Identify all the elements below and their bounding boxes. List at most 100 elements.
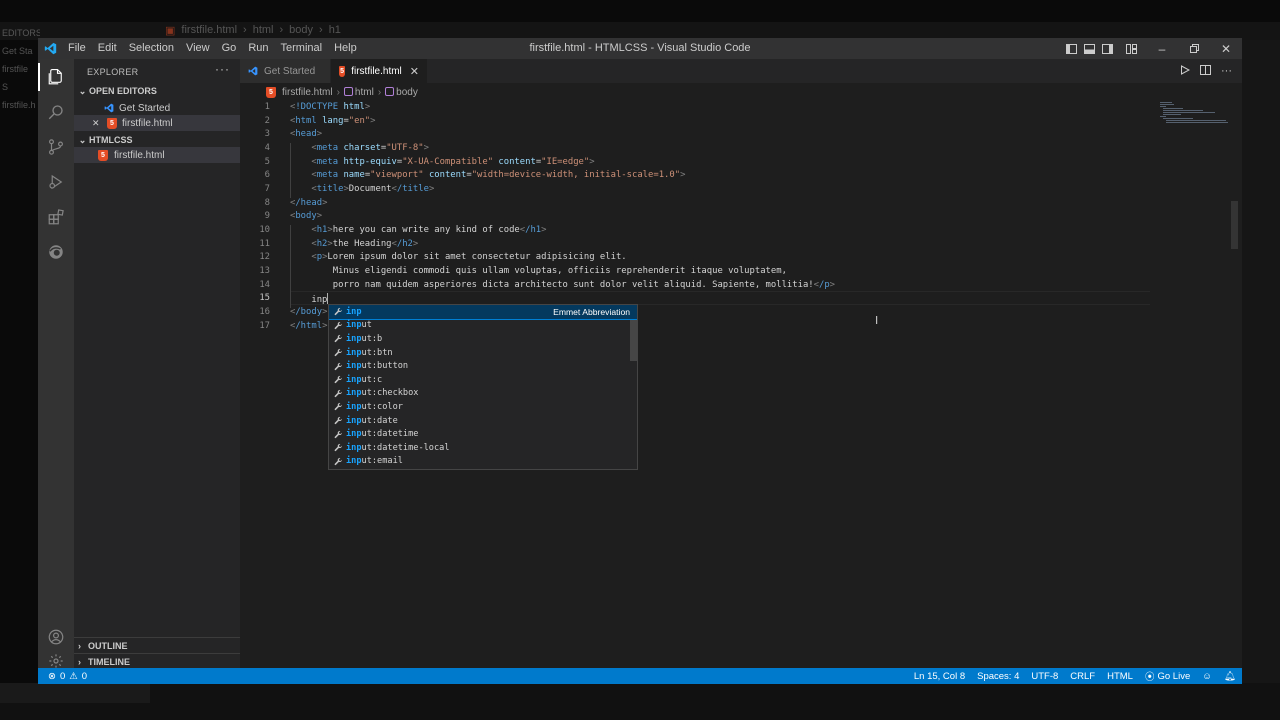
more-actions-icon[interactable]: ··· bbox=[1221, 65, 1232, 77]
account-icon[interactable] bbox=[38, 619, 74, 655]
open-editors-section-header[interactable]: ⌄ OPEN EDITORS bbox=[74, 83, 240, 99]
suggestion-item[interactable]: input:datetime bbox=[329, 427, 637, 441]
run-icon[interactable] bbox=[1180, 64, 1191, 78]
menu-view[interactable]: View bbox=[180, 38, 216, 59]
code-line: porro nam quidem asperiores dicta archit… bbox=[290, 280, 836, 290]
menu-help[interactable]: Help bbox=[328, 38, 363, 59]
code-line: </head> bbox=[290, 198, 328, 208]
wrench-icon bbox=[331, 430, 345, 439]
code-line: <meta http-equiv="X-UA-Compatible" conte… bbox=[311, 157, 595, 167]
edge-icon[interactable] bbox=[38, 234, 74, 270]
suggestion-item[interactable]: input:btn bbox=[329, 346, 637, 360]
open-editor-firstfile[interactable]: ✕ 5 firstfile.html bbox=[74, 115, 240, 131]
notifications-bell-icon[interactable]: 🔔︎ bbox=[1218, 671, 1242, 682]
suggestion-item[interactable]: input:email bbox=[329, 455, 637, 469]
open-editor-label: firstfile.html bbox=[122, 117, 173, 129]
settings-gear-icon[interactable] bbox=[38, 653, 74, 668]
background-sidebar-item: S bbox=[2, 82, 9, 92]
suggestion-label: input:datetime bbox=[346, 429, 419, 440]
source-control-icon[interactable] bbox=[38, 129, 74, 165]
sidebar-title: EXPLORER bbox=[87, 67, 139, 77]
problems-indicator[interactable]: ⊗ 0 ⚠ 0 bbox=[38, 671, 87, 682]
suggestion-item[interactable]: input:datetime-local bbox=[329, 441, 637, 455]
open-editor-get-started[interactable]: Get Started bbox=[74, 100, 240, 116]
extensions-icon[interactable] bbox=[38, 199, 74, 235]
encoding-setting[interactable]: UTF-8 bbox=[1025, 671, 1064, 682]
wrench-icon bbox=[331, 362, 345, 371]
wrench-icon bbox=[331, 375, 345, 384]
title-bar: File Edit Selection View Go Run Terminal… bbox=[38, 38, 1242, 59]
html5-icon: 5 bbox=[266, 86, 276, 98]
suggestion-item[interactable]: inp Emmet Abbreviation bbox=[329, 305, 637, 320]
code-line: </html> bbox=[290, 321, 328, 331]
menu-file[interactable]: File bbox=[62, 38, 92, 59]
run-debug-icon[interactable] bbox=[38, 164, 74, 200]
suggestion-item[interactable]: input:b bbox=[329, 332, 637, 346]
folder-section-header[interactable]: ⌄ HTMLCSS bbox=[74, 132, 240, 148]
toggle-panel-icon[interactable] bbox=[1080, 38, 1098, 59]
tab-firstfile-html[interactable]: 5 firstfile.html ✕ bbox=[331, 59, 427, 83]
text-cursor bbox=[327, 293, 329, 304]
menu-terminal[interactable]: Terminal bbox=[275, 38, 329, 59]
language-mode[interactable]: HTML bbox=[1101, 671, 1139, 682]
explorer-icon[interactable] bbox=[38, 59, 74, 95]
code-line: <meta charset="UTF-8"> bbox=[311, 143, 429, 153]
customize-layout-icon[interactable] bbox=[1122, 38, 1140, 59]
suggestion-item[interactable]: input:color bbox=[329, 400, 637, 414]
background-breadcrumb-html: html bbox=[252, 24, 274, 36]
wrench-icon bbox=[331, 321, 345, 330]
split-editor-icon[interactable] bbox=[1200, 64, 1211, 78]
search-icon[interactable] bbox=[38, 94, 74, 130]
suggestion-item[interactable]: input:button bbox=[329, 359, 637, 373]
toggle-secondary-sidebar-icon[interactable] bbox=[1098, 38, 1116, 59]
menu-go[interactable]: Go bbox=[216, 38, 243, 59]
window-controls: – ✕ bbox=[1062, 38, 1242, 59]
close-window-button[interactable]: ✕ bbox=[1210, 38, 1242, 59]
file-firstfile-html[interactable]: 5 firstfile.html bbox=[74, 147, 240, 163]
line-number: 7 bbox=[264, 184, 270, 194]
line-number: 9 bbox=[264, 211, 270, 221]
code-line: <meta name="viewport" content="width=dev… bbox=[311, 170, 686, 180]
wrench-icon bbox=[331, 389, 345, 398]
suggestion-item[interactable]: input:date bbox=[329, 414, 637, 428]
background-breadcrumb-body: body bbox=[289, 24, 314, 36]
code-line: <h2>the Heading</h2> bbox=[311, 239, 419, 249]
code-line-current: inp bbox=[290, 293, 329, 305]
outline-section-header[interactable]: › OUTLINE bbox=[74, 637, 240, 653]
line-number: 14 bbox=[259, 280, 270, 290]
file-label: firstfile.html bbox=[114, 149, 165, 161]
suggestion-label: input:email bbox=[346, 456, 403, 467]
menu-bar: File Edit Selection View Go Run Terminal… bbox=[62, 38, 363, 59]
minimap[interactable] bbox=[1160, 101, 1228, 125]
cursor-position[interactable]: Ln 15, Col 8 bbox=[908, 671, 971, 682]
eol-setting[interactable]: CRLF bbox=[1064, 671, 1101, 682]
code-line: <h1>here you can write any kind of code<… bbox=[311, 225, 547, 235]
suggestion-item[interactable]: input bbox=[329, 319, 637, 333]
close-tab-icon[interactable]: ✕ bbox=[410, 65, 419, 78]
menu-run[interactable]: Run bbox=[242, 38, 274, 59]
breadcrumb-html[interactable]: html bbox=[343, 86, 374, 98]
breadcrumb-body[interactable]: body bbox=[385, 86, 418, 98]
timeline-section-header[interactable]: › TIMELINE bbox=[74, 653, 240, 669]
indentation-setting[interactable]: Spaces: 4 bbox=[971, 671, 1025, 682]
menu-selection[interactable]: Selection bbox=[123, 38, 180, 59]
minimize-button[interactable]: – bbox=[1146, 38, 1178, 59]
broadcast-icon: ⦿ bbox=[1144, 672, 1155, 683]
menu-edit[interactable]: Edit bbox=[92, 38, 123, 59]
breadcrumb: 5 firstfile.html › html › body bbox=[240, 83, 1242, 101]
feedback-icon[interactable]: ☺ bbox=[1196, 671, 1218, 682]
suggestion-item[interactable]: input:checkbox bbox=[329, 387, 637, 401]
scrollbar-thumb[interactable] bbox=[1231, 201, 1238, 249]
sidebar-more-actions[interactable]: ··· bbox=[215, 62, 230, 76]
breadcrumb-file[interactable]: firstfile.html bbox=[282, 87, 333, 98]
close-icon[interactable]: ✕ bbox=[92, 118, 102, 129]
restore-button[interactable] bbox=[1178, 38, 1210, 59]
go-live-button[interactable]: ⦿ Go Live bbox=[1139, 669, 1196, 684]
folder-label: HTMLCSS bbox=[89, 135, 133, 145]
code-line: <title>Document</title> bbox=[311, 184, 435, 194]
toggle-primary-sidebar-icon[interactable] bbox=[1062, 38, 1080, 59]
tab-get-started[interactable]: Get Started bbox=[240, 59, 330, 83]
status-bar: ⊗ 0 ⚠ 0 Ln 15, Col 8 Spaces: 4 UTF-8 CRL… bbox=[38, 668, 1242, 684]
editor-vertical-scrollbar[interactable] bbox=[1228, 101, 1242, 668]
suggestion-item[interactable]: input:c bbox=[329, 373, 637, 387]
